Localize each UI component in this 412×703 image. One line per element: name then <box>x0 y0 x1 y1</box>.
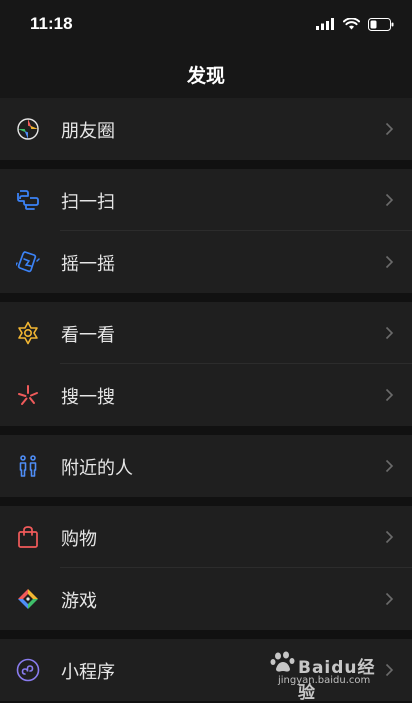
list-item-search[interactable]: 搜一搜 <box>0 364 412 426</box>
list-item-label: 附近的人 <box>61 458 133 479</box>
section-gap <box>0 160 412 169</box>
section-gap <box>0 497 412 506</box>
chevron-right-icon <box>385 326 394 340</box>
list-item-scan[interactable]: 扫一扫 <box>0 169 412 231</box>
nav-bar: 发现 <box>0 48 412 98</box>
people-nearby-icon <box>19 455 37 477</box>
baidu-watermark: Baidu经验 jingyan.baidu.com <box>270 651 390 703</box>
page-title: 发现 <box>186 65 225 87</box>
list-item-label: 摇一摇 <box>61 254 115 275</box>
status-bar: 11:18 <box>0 0 412 48</box>
list-item-label: 搜一搜 <box>61 387 115 408</box>
discover-list: 朋友圈 扫一扫 摇一摇 看一看 搜一搜 附近的人 购物 游戏 小程序 <box>0 98 412 701</box>
status-time: 11:18 <box>30 14 73 33</box>
chevron-right-icon <box>385 122 394 136</box>
mini-programs-icon <box>16 658 40 682</box>
chevron-right-icon <box>385 388 394 402</box>
list-item-label: 扫一扫 <box>61 192 115 213</box>
list-item-label: 看一看 <box>61 325 115 346</box>
scan-icon <box>17 190 39 210</box>
chevron-right-icon <box>385 592 394 606</box>
list-item-label: 朋友圈 <box>61 121 115 142</box>
chevron-right-icon <box>385 255 394 269</box>
list-item-games[interactable]: 游戏 <box>0 568 412 630</box>
moments-icon <box>17 118 39 140</box>
section-gap <box>0 630 412 639</box>
chevron-right-icon <box>385 193 394 207</box>
top-stories-icon <box>18 321 38 345</box>
watermark-url: jingyan.baidu.com <box>278 675 371 686</box>
status-indicators <box>316 14 394 34</box>
list-item-label: 游戏 <box>61 591 97 612</box>
list-item-moments[interactable]: 朋友圈 <box>0 98 412 160</box>
search-icon <box>18 385 38 405</box>
list-item-people-nearby[interactable]: 附近的人 <box>0 435 412 497</box>
list-item-label: 购物 <box>61 529 97 550</box>
signal-icon <box>316 18 334 30</box>
shake-icon <box>16 251 40 273</box>
list-item-shake[interactable]: 摇一摇 <box>0 231 412 293</box>
wifi-icon <box>343 18 360 30</box>
chevron-right-icon <box>385 530 394 544</box>
chevron-right-icon <box>385 459 394 473</box>
battery-icon <box>368 17 394 31</box>
list-item-label: 小程序 <box>61 662 115 683</box>
games-icon <box>18 589 38 609</box>
list-item-top-stories[interactable]: 看一看 <box>0 302 412 364</box>
paw-logo-icon <box>270 651 295 672</box>
section-gap <box>0 293 412 302</box>
shopping-bag-icon <box>18 526 38 548</box>
section-gap <box>0 426 412 435</box>
list-item-shopping[interactable]: 购物 <box>0 506 412 568</box>
